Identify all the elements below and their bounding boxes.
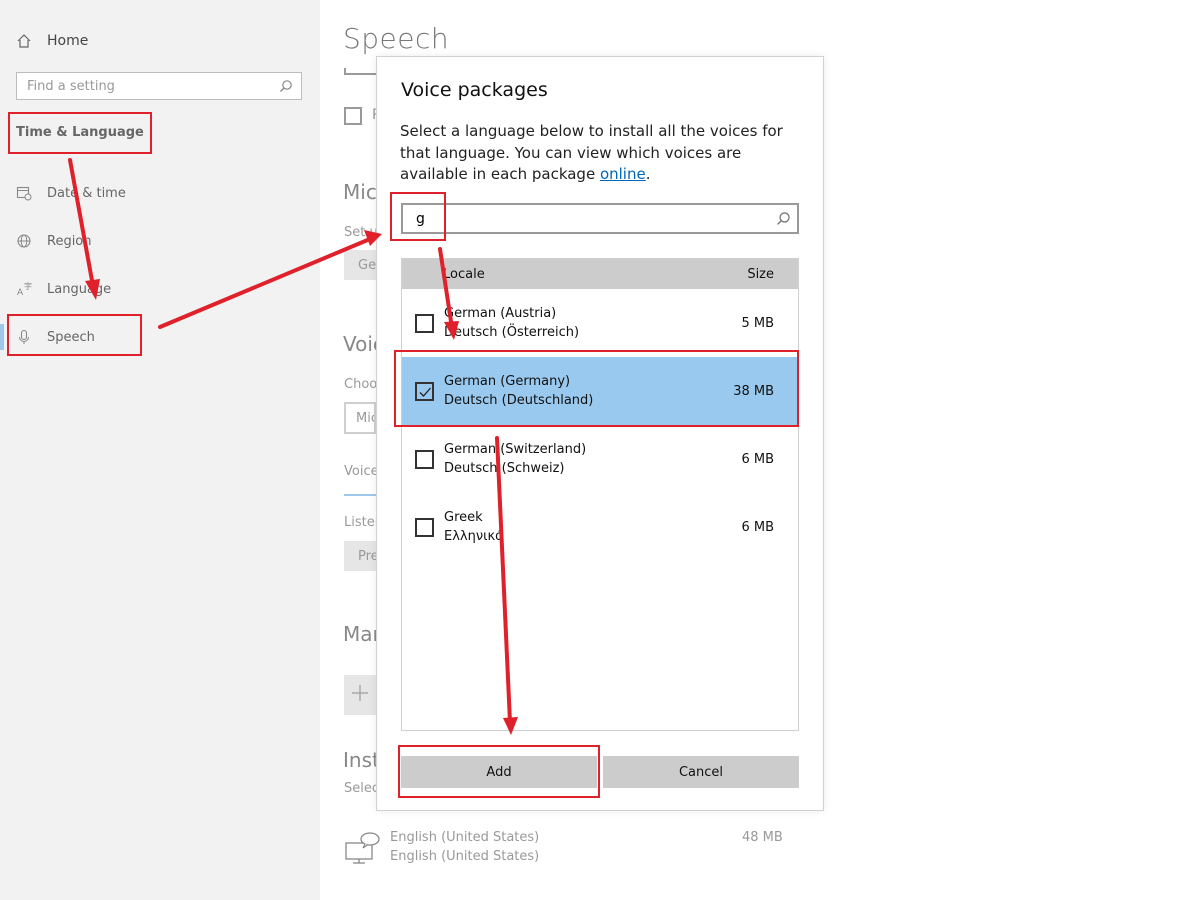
annotation-arrow: [438, 247, 454, 330]
annotation-arrowhead: [364, 230, 382, 246]
annotation-arrowhead: [85, 279, 100, 300]
annotation-arrowhead: [444, 321, 459, 340]
annotation-arrowhead: [503, 717, 518, 735]
annotation-arrow: [158, 237, 372, 329]
annotation-arrows: [68, 158, 518, 735]
annotation-arrow: [495, 436, 512, 724]
annotation-arrow: [68, 158, 95, 288]
